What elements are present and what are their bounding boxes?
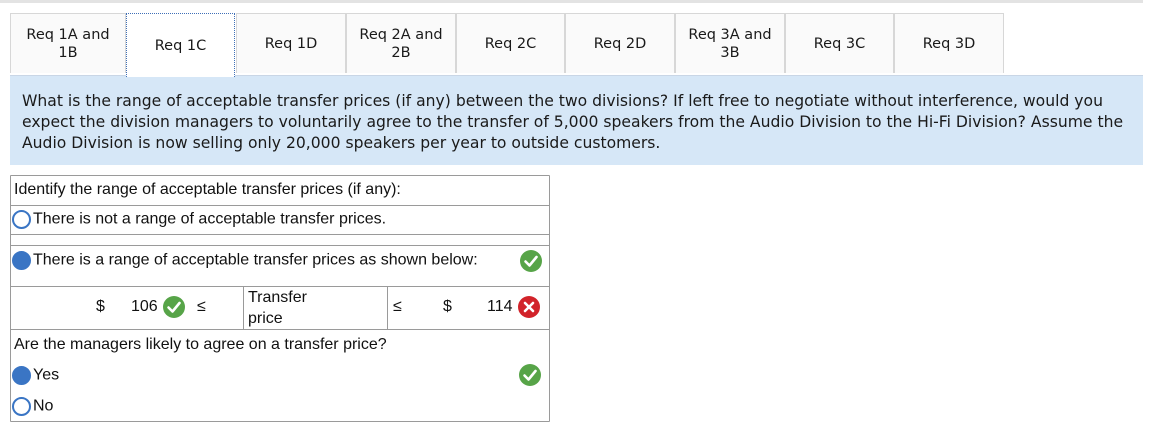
check-circle-icon [519,364,541,386]
radio-no[interactable] [12,397,31,416]
transfer-price-label: Transfer price [248,289,307,327]
currency-low: $ [96,298,105,315]
le-symbol-left: ≤ [197,298,206,315]
option-no[interactable]: No [12,397,552,416]
option-no-label: No [33,397,54,415]
radio-range[interactable] [12,251,31,270]
check-circle-icon [163,296,185,318]
option-no-range-label: There is not a range of acceptable trans… [33,210,387,228]
option-no-range[interactable]: There is not a range of acceptable trans… [12,210,552,229]
currency-high: $ [443,298,452,315]
le-symbol-right: ≤ [393,298,402,315]
radio-no-range[interactable] [12,210,31,229]
agree-question: Are the managers likely to agree on a tr… [14,336,387,353]
low-price-input[interactable]: 106 [131,298,158,316]
high-price-input[interactable]: 114 [487,298,513,316]
x-circle-icon [518,296,540,318]
range-heading: Identify the range of acceptable transfe… [14,181,401,198]
tab-req-1c[interactable]: Req 1C [126,13,235,77]
radio-yes[interactable] [12,366,31,385]
option-range-label: There is a range of acceptable transfer … [33,251,478,269]
option-yes-label: Yes [33,366,60,384]
check-circle-icon [520,250,542,272]
option-range[interactable]: There is a range of acceptable transfer … [12,251,552,270]
option-yes[interactable]: Yes [12,366,552,385]
